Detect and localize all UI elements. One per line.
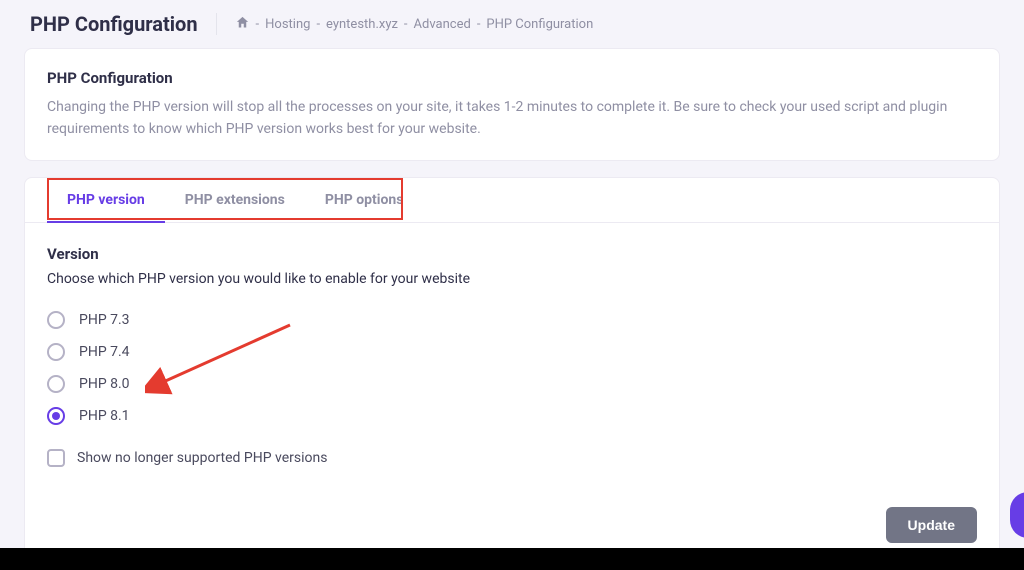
tab-php-extensions[interactable]: PHP extensions [165,178,305,222]
radio-label: PHP 7.4 [79,344,130,360]
radio-dot-icon [52,412,60,420]
radio-label: PHP 7.3 [79,312,130,328]
radio-icon [47,407,65,425]
breadcrumb-hosting[interactable]: Hosting [265,17,310,32]
breadcrumb-advanced[interactable]: Advanced [414,17,471,32]
main-card: PHP version PHP extensions PHP options V… [24,177,1000,562]
page-title: PHP Configuration [30,12,198,36]
home-icon[interactable] [235,15,250,34]
radio-icon [47,343,65,361]
breadcrumb-sep: - [404,17,408,32]
radio-label: PHP 8.0 [79,376,130,392]
floating-help-button[interactable] [1010,492,1024,538]
breadcrumb-sep: - [477,17,481,32]
info-card-title: PHP Configuration [47,69,977,87]
update-button[interactable]: Update [886,507,977,543]
header: PHP Configuration - Hosting - eyntesth.x… [0,0,1024,48]
breadcrumb[interactable]: - Hosting - eyntesth.xyz - Advanced - PH… [235,15,594,34]
tab-php-version[interactable]: PHP version [47,178,165,222]
version-title: Version [47,245,977,263]
tabs-container: PHP version PHP extensions PHP options [25,178,999,223]
window-bottom-bar [0,548,1024,570]
radio-list: PHP 7.3 PHP 7.4 PHP 8.0 PHP 8.1 [47,311,977,425]
radio-icon [47,311,65,329]
breadcrumb-current: PHP Configuration [486,17,593,32]
breadcrumb-sep: - [316,17,320,32]
version-desc: Choose which PHP version you would like … [47,271,977,287]
tab-panel-version: Version Choose which PHP version you wou… [25,223,999,507]
radio-php-8-0[interactable]: PHP 8.0 [47,375,977,393]
breadcrumb-domain[interactable]: eyntesth.xyz [326,17,398,32]
radio-php-8-1[interactable]: PHP 8.1 [47,407,977,425]
info-card: PHP Configuration Changing the PHP versi… [24,48,1000,161]
radio-icon [47,375,65,393]
info-card-desc: Changing the PHP version will stop all t… [47,97,977,140]
breadcrumb-sep: - [256,17,260,32]
radio-label: PHP 8.1 [79,408,130,424]
radio-php-7-4[interactable]: PHP 7.4 [47,343,977,361]
header-divider [216,13,217,35]
checkbox-label: Show no longer supported PHP versions [77,450,327,466]
tab-php-options[interactable]: PHP options [305,178,424,222]
radio-php-7-3[interactable]: PHP 7.3 [47,311,977,329]
checkbox-icon[interactable] [47,449,65,467]
show-unsupported-row[interactable]: Show no longer supported PHP versions [47,449,977,467]
